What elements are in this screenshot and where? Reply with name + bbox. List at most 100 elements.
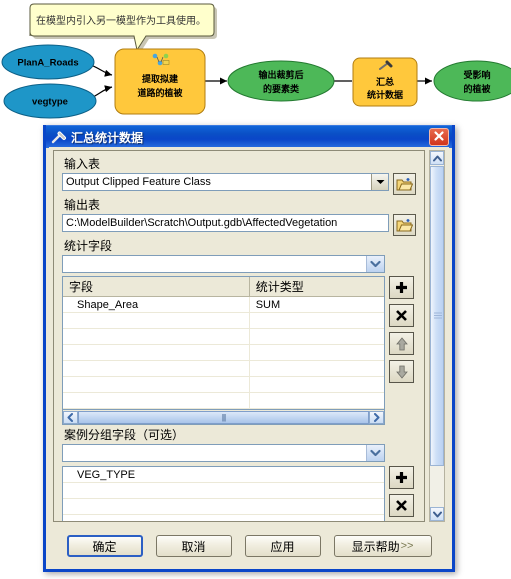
statistics-field-combo[interactable] xyxy=(62,255,385,273)
case-grid-buttons xyxy=(389,466,416,521)
parameters-vscrollbar[interactable] xyxy=(429,150,445,522)
close-icon[interactable] xyxy=(429,128,449,146)
cell-field[interactable] xyxy=(63,344,250,361)
chevron-down-icon[interactable] xyxy=(371,174,388,190)
output-table-label: 输出表 xyxy=(64,198,101,212)
table-row xyxy=(63,376,385,393)
cell-field[interactable] xyxy=(63,376,250,393)
cell-stat[interactable] xyxy=(249,360,385,377)
node-summary-statistics[interactable]: 汇总 统计数据 xyxy=(352,57,418,107)
node-clipped-label-1: 输出裁剪后 xyxy=(258,69,303,80)
apply-button[interactable]: 应用 xyxy=(244,535,321,557)
column-header-stat-type[interactable]: 统计类型 xyxy=(249,277,385,297)
statistics-field-label: 统计字段 xyxy=(64,239,113,253)
dialog-titlebar[interactable]: 汇总统计数据 xyxy=(46,125,452,148)
statistics-grid-wrapper: 字段 统计类型 Shape_Area SUM |||| xyxy=(62,276,416,425)
cell-case-field[interactable] xyxy=(63,514,385,521)
output-table-row: C:\ModelBuilder\Scratch\Output.gdb\Affec… xyxy=(62,214,416,236)
cell-case-field[interactable] xyxy=(63,482,385,499)
case-field-row xyxy=(62,444,416,462)
output-table-input[interactable]: C:\ModelBuilder\Scratch\Output.gdb\Affec… xyxy=(62,214,389,232)
arrow-up-icon xyxy=(395,336,408,350)
cancel-button[interactable]: 取消 xyxy=(155,535,232,557)
statistics-grid[interactable]: 字段 统计类型 Shape_Area SUM xyxy=(62,276,386,410)
chevron-down-icon[interactable] xyxy=(366,256,384,272)
table-row: Shape_Area SUM xyxy=(63,296,385,313)
output-table-browse-button[interactable] xyxy=(393,214,416,236)
ok-button-label: 确定 xyxy=(92,539,117,554)
close-x-icon xyxy=(396,500,407,511)
statistics-field-row xyxy=(62,255,416,273)
hscroll-thumb[interactable]: |||| xyxy=(78,410,370,424)
cell-stat[interactable]: SUM xyxy=(249,296,385,313)
chevron-down-icon[interactable] xyxy=(366,445,384,461)
cell-field[interactable] xyxy=(63,360,250,377)
cell-stat[interactable] xyxy=(249,328,385,345)
move-up-button[interactable] xyxy=(389,332,415,355)
cell-stat[interactable] xyxy=(249,376,385,393)
folder-open-icon xyxy=(396,177,413,190)
cell-field[interactable] xyxy=(63,312,250,329)
dialog-body: 输入表 Output Clipped Feature Class 输出表 C:\… xyxy=(49,147,449,566)
show-help-button-label: 显示帮助 xyxy=(351,539,400,554)
remove-case-field-button[interactable] xyxy=(389,494,415,517)
output-table-value: C:\ModelBuilder\Scratch\Output.gdb\Affec… xyxy=(66,217,338,229)
show-help-arrows: >> xyxy=(400,540,414,552)
tool-hammer-icon xyxy=(50,129,68,145)
cell-field[interactable]: Shape_Area xyxy=(63,296,250,313)
cell-field[interactable] xyxy=(63,392,250,409)
node-vegtype-label: vegtype xyxy=(32,97,68,108)
cancel-button-label: 取消 xyxy=(181,539,206,554)
case-grid[interactable]: VEG_TYPE xyxy=(62,466,386,521)
input-table-combo[interactable]: Output Clipped Feature Class xyxy=(62,173,389,191)
cell-case-field[interactable] xyxy=(63,498,385,515)
scroll-down-icon[interactable] xyxy=(430,507,444,521)
cell-stat[interactable] xyxy=(249,392,385,409)
statistics-table-body: Shape_Area SUM xyxy=(63,296,385,409)
table-row xyxy=(63,328,385,345)
input-table-browse-button[interactable] xyxy=(393,173,416,195)
statistics-grid-hscrollbar[interactable]: |||| xyxy=(62,410,386,425)
case-field-combo[interactable] xyxy=(62,444,385,462)
input-table-label: 输入表 xyxy=(64,157,101,171)
node-affected-label-1: 受影响 xyxy=(463,69,490,80)
vscroll-thumb[interactable] xyxy=(430,166,444,466)
cell-stat[interactable] xyxy=(249,344,385,361)
case-grid-wrapper: VEG_TYPE xyxy=(62,466,416,521)
scroll-left-icon[interactable] xyxy=(63,410,78,424)
cell-stat[interactable] xyxy=(249,312,385,329)
ok-button[interactable]: 确定 xyxy=(66,535,143,557)
close-x-icon xyxy=(396,310,407,321)
show-help-button[interactable]: 显示帮助 >> xyxy=(333,535,432,557)
table-row xyxy=(63,312,385,329)
table-row xyxy=(63,344,385,361)
cell-case-field[interactable]: VEG_TYPE xyxy=(63,467,385,483)
node-summary-label-1: 汇总 xyxy=(376,76,394,87)
model-diagram: 在模型内引入另一模型作为工具使用。 PlanA_Roads vegtype 提取… xyxy=(0,0,511,130)
case-table-body: VEG_TYPE xyxy=(63,467,385,521)
table-row xyxy=(63,392,385,409)
scroll-up-icon[interactable] xyxy=(430,151,444,165)
node-clipped-output[interactable]: 输出裁剪后 的要素类 xyxy=(227,60,335,102)
node-plana-roads[interactable]: PlanA_Roads xyxy=(1,44,95,80)
column-header-field[interactable]: 字段 xyxy=(63,277,250,297)
hscroll-track[interactable]: |||| xyxy=(78,410,370,424)
table-row xyxy=(63,360,385,377)
cell-field[interactable] xyxy=(63,328,250,345)
node-extract-label-1: 提取拟建 xyxy=(142,73,179,84)
node-extract-vegetation[interactable]: 提取拟建 道路的植被 xyxy=(114,48,206,115)
add-row-button[interactable] xyxy=(389,276,415,299)
list-item xyxy=(63,482,385,499)
node-vegtype[interactable]: vegtype xyxy=(3,83,97,119)
statistics-table: 字段 统计类型 Shape_Area SUM xyxy=(63,277,385,409)
remove-row-button[interactable] xyxy=(389,304,415,327)
move-down-button[interactable] xyxy=(389,360,415,383)
list-item xyxy=(63,514,385,521)
dialog-button-bar: 确定 取消 应用 显示帮助 >> xyxy=(49,530,449,562)
node-affected-vegetation[interactable]: 受影响 的植被 xyxy=(433,60,511,102)
add-case-field-button[interactable] xyxy=(389,466,415,489)
node-extract-label-2: 道路的植被 xyxy=(137,87,183,98)
case-table: VEG_TYPE xyxy=(63,467,385,521)
scroll-right-icon[interactable] xyxy=(369,410,385,424)
apply-button-label: 应用 xyxy=(270,539,295,554)
